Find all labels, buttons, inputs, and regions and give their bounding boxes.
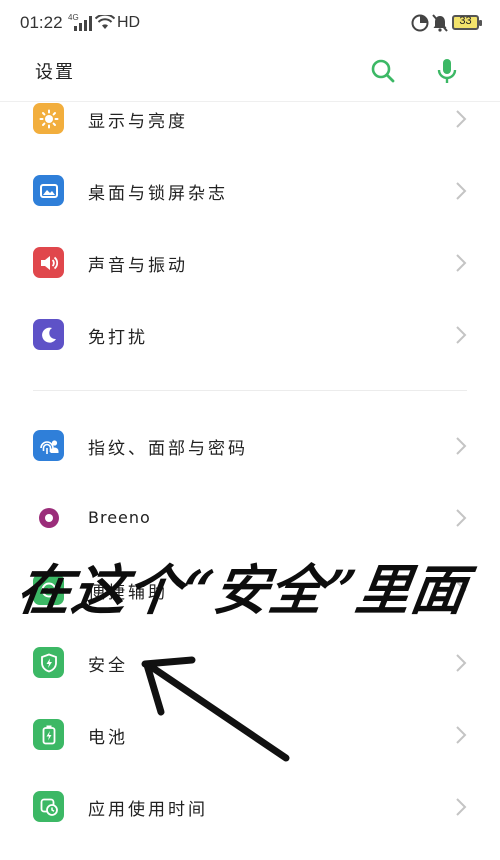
- annotation-arrow-icon: [141, 656, 290, 762]
